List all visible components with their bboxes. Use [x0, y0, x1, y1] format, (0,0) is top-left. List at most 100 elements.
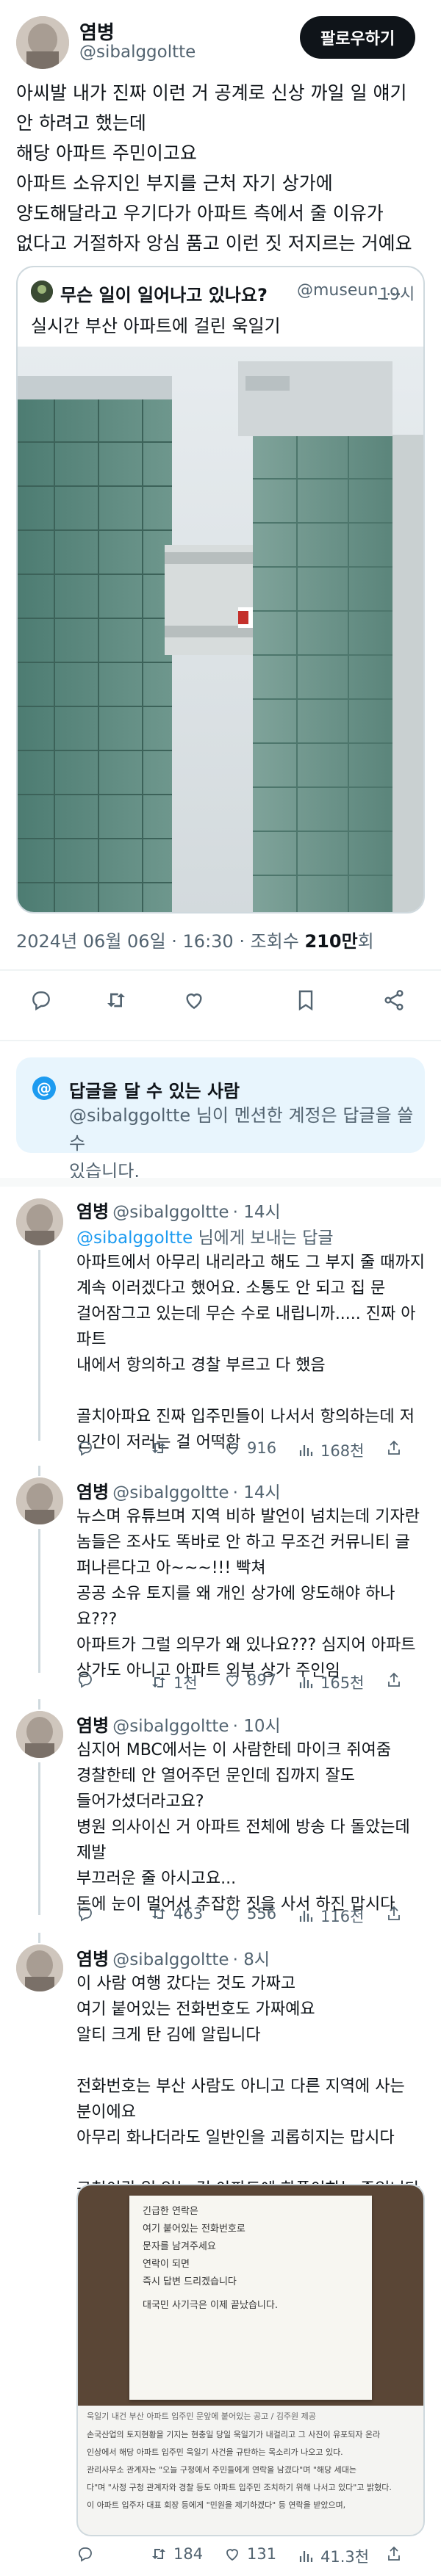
quoted-text: 실시간 부산 아파트에 걸린 욱일기 — [31, 316, 281, 336]
reply-action-bar: 916 168천 — [76, 1439, 429, 1463]
follow-button[interactable]: 팔로우하기 — [300, 16, 416, 59]
reply-action-bar: 463 556 116천 — [76, 1905, 429, 1928]
reply-author-handle[interactable]: @sibalggoltte — [112, 1717, 229, 1736]
retweet-button[interactable] — [150, 1439, 173, 1457]
reply-button[interactable] — [76, 1671, 100, 1689]
reply-avatar[interactable] — [16, 1944, 63, 1991]
reply-author-handle[interactable]: @sibalggoltte — [112, 1950, 229, 1969]
reply-avatar[interactable] — [16, 1711, 63, 1758]
like-button[interactable]: 897 — [223, 1671, 276, 1689]
reply-header: 염병 @sibalggoltte · 14시 — [76, 1477, 429, 1503]
apartment-photo[interactable] — [18, 347, 423, 912]
share-button[interactable] — [385, 2545, 403, 2563]
quoted-avatar — [31, 281, 53, 303]
like-button[interactable]: 916 — [223, 1439, 276, 1457]
section-divider — [0, 1178, 441, 1187]
replying-to-handle[interactable]: @sibalggoltte — [76, 1229, 193, 1248]
retweet-icon[interactable] — [104, 988, 128, 1012]
views-button[interactable]: 116천 — [297, 1905, 364, 1927]
divider — [0, 1040, 441, 1041]
replying-to: @sibalggoltte 님에게 보내는 답글 — [76, 1229, 334, 1248]
reply-author-handle[interactable]: @sibalggoltte — [112, 1483, 229, 1502]
tweet-text-line: 없다고 거절하자 앙심 품고 이런 짓 저지르는 거예요 — [16, 233, 412, 254]
reply-header: 염병 @sibalggoltte · 14시 — [76, 1197, 429, 1223]
views-icon — [297, 1674, 315, 1691]
reply-author-name[interactable]: 염병 — [76, 1949, 109, 1969]
notice-handle[interactable]: @sibalggoltte — [69, 1105, 190, 1126]
tweet-text-line: 아파트 소유지인 부지를 근처 자기 상가에 — [16, 173, 333, 194]
views-button[interactable]: 41.3천 — [297, 2545, 369, 2567]
tweet-action-bar — [0, 985, 441, 1022]
reply-avatar[interactable] — [16, 1198, 63, 1245]
share-icon — [385, 1439, 403, 1457]
reply-header: 염병 @sibalggoltte · 10시 — [76, 1711, 429, 1737]
attached-photo[interactable]: 긴급한 연락은 여기 붙어있는 전화번호로 문자를 남겨주세요 연락이 되면 즉… — [76, 2184, 425, 2536]
bookmark-icon[interactable] — [294, 988, 318, 1012]
notice-title: 답글을 달 수 있는 사람 — [69, 1081, 240, 1101]
views-icon — [297, 1907, 315, 1925]
retweet-button[interactable]: 184 — [150, 2545, 203, 2563]
reply-button[interactable] — [76, 1905, 100, 1922]
like-icon[interactable] — [182, 988, 206, 1012]
reply-text: 뉴스며 유튜브며 지역 비하 발언이 넘치는데 기자란 놈들은 조사도 똑바로 … — [76, 1508, 420, 1680]
reply-time: · 8시 — [232, 1950, 270, 1969]
reply-avatar[interactable] — [16, 1477, 63, 1524]
quoted-tweet-card[interactable]: 무슨 일이 일어나고 있나요? @museun_... · 19시 실시간 부산… — [16, 266, 425, 913]
share-button[interactable] — [385, 1671, 403, 1689]
thread-line — [38, 1466, 40, 1476]
thread-line — [38, 1762, 40, 1915]
reply-icon — [76, 1671, 94, 1689]
share-button[interactable] — [385, 1905, 403, 1922]
reply-author-name[interactable]: 염병 — [76, 1715, 109, 1736]
reply-time: · 14시 — [232, 1483, 281, 1502]
tweet-text-line: 양도해달라고 우기다가 아파트 측에서 줄 이유가 — [16, 203, 384, 224]
retweet-icon — [150, 2545, 168, 2563]
author-handle[interactable]: @sibalggoltte — [79, 43, 196, 62]
like-icon — [223, 2545, 241, 2563]
share-icon — [385, 2545, 403, 2563]
tweet-text-line: 아씨발 내가 진짜 이런 거 공계로 신상 까일 일 얘기 — [16, 82, 407, 104]
tweet-timestamp: 2024년 06월 06일 · 16:30 · 조회수 210만회 — [16, 931, 374, 952]
views-icon — [297, 2547, 315, 2565]
retweet-button[interactable]: 463 — [150, 1905, 203, 1922]
at-icon: @ — [32, 1077, 56, 1100]
reply-action-bar: 184 131 41.3천 — [76, 2545, 429, 2569]
reply-restriction-notice: @ 답글을 달 수 있는 사람 @sibalggoltte 님이 멘션한 계정은… — [16, 1057, 425, 1182]
reply-icon[interactable] — [29, 988, 53, 1012]
reply-action-bar: 1천 897 165천 — [76, 1671, 429, 1695]
tweet-text-line: 안 하려고 했는데 — [16, 112, 146, 134]
reply-button[interactable] — [76, 2545, 100, 2563]
reply-time: · 14시 — [232, 1203, 281, 1222]
like-icon — [223, 1671, 241, 1689]
like-icon — [223, 1439, 241, 1457]
thread-line — [38, 1699, 40, 1710]
like-icon — [223, 1905, 241, 1922]
divider — [0, 969, 441, 971]
views-button[interactable]: 168천 — [297, 1439, 364, 1461]
reply-text: 이 사람 여행 갔다는 것도 가짜고 여기 붙어있는 전화번호도 가짜예요 알티… — [76, 1975, 420, 2199]
tweet-text-line: 해당 아파트 주민이고요 — [16, 142, 197, 164]
reply-author-name[interactable]: 염병 — [76, 1201, 109, 1222]
thread-line — [38, 1933, 40, 1943]
article-text: 손국산업의 토지현황을 기지는 현충일 당일 욱일기가 내걸리고 그 사진이 유… — [87, 2430, 392, 2510]
like-button[interactable]: 556 — [223, 1905, 276, 1922]
photo-caption: 욱일기 내건 부산 아파트 입주민 문앞에 붙어있는 공고 / 김주원 제공 — [87, 2412, 316, 2421]
retweet-button[interactable]: 1천 — [150, 1671, 198, 1693]
tweet-text: 아씨발 내가 진짜 이런 거 공계로 신상 까일 일 얘기 안 하려고 했는데 … — [16, 78, 428, 258]
reply-button[interactable] — [76, 1439, 100, 1457]
author-avatar[interactable] — [16, 16, 69, 69]
reply-author-handle[interactable]: @sibalggoltte — [112, 1203, 229, 1222]
share-icon[interactable] — [382, 988, 406, 1012]
share-button[interactable] — [385, 1439, 403, 1457]
like-button[interactable]: 131 — [223, 2545, 276, 2563]
retweet-icon — [150, 1439, 168, 1457]
notice-body: @sibalggoltte 님이 멘션한 계정은 답글을 쓸 수 있습니다. — [69, 1105, 414, 1182]
views-icon — [297, 1441, 315, 1459]
views-button[interactable]: 165천 — [297, 1671, 364, 1693]
reply-author-name[interactable]: 염병 — [76, 1482, 109, 1502]
thread-line — [38, 1529, 40, 1673]
thread-line — [38, 1250, 40, 1441]
reply-icon — [76, 1905, 94, 1922]
author-name[interactable]: 염병 — [79, 18, 115, 45]
quoted-time: · 19시 — [369, 286, 415, 304]
